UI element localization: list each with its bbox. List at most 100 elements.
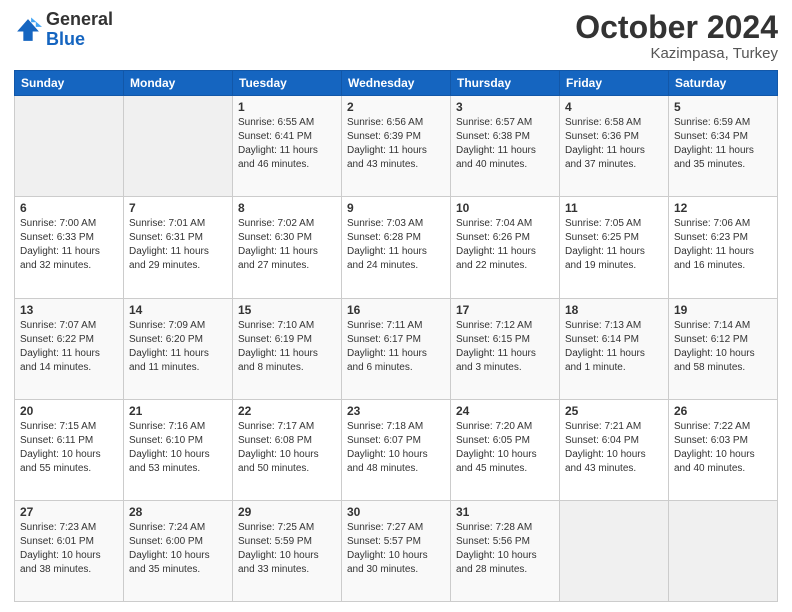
day-number: 19 [674,303,772,317]
calendar-cell: 14 Sunrise: 7:09 AM Sunset: 6:20 PM Dayli… [124,298,233,399]
calendar-cell [124,96,233,197]
calendar-cell: 24Sunrise: 7:20 AM Sunset: 6:05 PM Dayli… [451,399,560,500]
calendar-cell: 18 Sunrise: 7:13 AM Sunset: 6:14 PM Dayli… [560,298,669,399]
day-number: 30 [347,505,445,519]
weekday-header-thursday: Thursday [451,71,560,96]
calendar-cell: 25 Sunrise: 7:21 AM Sunset: 6:04 PM Dayli… [560,399,669,500]
day-number: 27 [20,505,118,519]
day-info: Sunrise: 7:15 AM Sunset: 6:11 PM Dayligh… [20,420,118,476]
day-number: 23 [347,404,445,418]
calendar-cell: 31 Sunrise: 7:28 AM Sunset: 5:56 PM Dayli… [451,500,560,601]
day-number: 3 [456,100,554,114]
calendar-cell: 22Sunrise: 7:17 AM Sunset: 6:08 PM Dayli… [233,399,342,500]
day-info: Sunrise: 7:25 AM Sunset: 5:59 PM Dayligh… [238,521,336,577]
weekday-header-sunday: Sunday [15,71,124,96]
day-info: Sunrise: 7:16 AM Sunset: 6:10 PM Dayligh… [129,420,227,476]
day-info: Sunrise: 7:10 AM Sunset: 6:19 PM Dayligh… [238,319,336,375]
logo: General Blue [14,10,113,50]
day-info: Sunrise: 7:07 AM Sunset: 6:22 PM Dayligh… [20,319,118,375]
calendar-cell [560,500,669,601]
day-info: Sunrise: 6:55 AM Sunset: 6:41 PM Dayligh… [238,116,336,172]
day-number: 20 [20,404,118,418]
calendar-cell: 27Sunrise: 7:23 AM Sunset: 6:01 PM Dayli… [15,500,124,601]
calendar-cell: 26 Sunrise: 7:22 AM Sunset: 6:03 PM Dayli… [669,399,778,500]
day-info: Sunrise: 7:13 AM Sunset: 6:14 PM Dayligh… [565,319,663,375]
day-number: 31 [456,505,554,519]
month-title: October 2024 [575,10,778,45]
day-number: 13 [20,303,118,317]
calendar-cell [15,96,124,197]
day-number: 1 [238,100,336,114]
day-info: Sunrise: 7:22 AM Sunset: 6:03 PM Dayligh… [674,420,772,476]
day-number: 11 [565,201,663,215]
day-info: Sunrise: 6:58 AM Sunset: 6:36 PM Dayligh… [565,116,663,172]
calendar-cell: 21 Sunrise: 7:16 AM Sunset: 6:10 PM Dayli… [124,399,233,500]
day-number: 4 [565,100,663,114]
day-info: Sunrise: 7:05 AM Sunset: 6:25 PM Dayligh… [565,217,663,273]
day-info: Sunrise: 7:28 AM Sunset: 5:56 PM Dayligh… [456,521,554,577]
day-number: 10 [456,201,554,215]
day-info: Sunrise: 6:56 AM Sunset: 6:39 PM Dayligh… [347,116,445,172]
calendar-cell: 3 Sunrise: 6:57 AM Sunset: 6:38 PM Daylig… [451,96,560,197]
calendar-cell: 16 Sunrise: 7:11 AM Sunset: 6:17 PM Dayli… [342,298,451,399]
calendar-cell: 13 Sunrise: 7:07 AM Sunset: 6:22 PM Dayli… [15,298,124,399]
day-number: 26 [674,404,772,418]
calendar-cell: 4 Sunrise: 6:58 AM Sunset: 6:36 PM Daylig… [560,96,669,197]
day-number: 12 [674,201,772,215]
day-info: Sunrise: 6:57 AM Sunset: 6:38 PM Dayligh… [456,116,554,172]
day-info: Sunrise: 7:14 AM Sunset: 6:12 PM Dayligh… [674,319,772,375]
calendar-cell: 11 Sunrise: 7:05 AM Sunset: 6:25 PM Dayli… [560,197,669,298]
calendar-cell: 5 Sunrise: 6:59 AM Sunset: 6:34 PM Daylig… [669,96,778,197]
weekday-header-saturday: Saturday [669,71,778,96]
title-block: October 2024 Kazimpasa, Turkey [575,10,778,62]
calendar-table: SundayMondayTuesdayWednesdayThursdayFrid… [14,70,778,602]
logo-text: General Blue [46,10,113,50]
logo-icon [14,16,42,44]
day-number: 24 [456,404,554,418]
weekday-header-wednesday: Wednesday [342,71,451,96]
calendar-cell: 8 Sunrise: 7:02 AM Sunset: 6:30 PM Daylig… [233,197,342,298]
day-number: 25 [565,404,663,418]
calendar-cell: 9Sunrise: 7:03 AM Sunset: 6:28 PM Daylig… [342,197,451,298]
calendar-cell: 12Sunrise: 7:06 AM Sunset: 6:23 PM Dayli… [669,197,778,298]
calendar-cell: 17 Sunrise: 7:12 AM Sunset: 6:15 PM Dayli… [451,298,560,399]
calendar-cell: 7Sunrise: 7:01 AM Sunset: 6:31 PM Daylig… [124,197,233,298]
weekday-header-monday: Monday [124,71,233,96]
day-number: 5 [674,100,772,114]
day-info: Sunrise: 7:17 AM Sunset: 6:08 PM Dayligh… [238,420,336,476]
day-info: Sunrise: 7:04 AM Sunset: 6:26 PM Dayligh… [456,217,554,273]
day-info: Sunrise: 7:24 AM Sunset: 6:00 PM Dayligh… [129,521,227,577]
day-info: Sunrise: 7:02 AM Sunset: 6:30 PM Dayligh… [238,217,336,273]
day-info: Sunrise: 7:00 AM Sunset: 6:33 PM Dayligh… [20,217,118,273]
day-number: 28 [129,505,227,519]
calendar-cell: 2 Sunrise: 6:56 AM Sunset: 6:39 PM Daylig… [342,96,451,197]
day-number: 17 [456,303,554,317]
page: General Blue October 2024 Kazimpasa, Tur… [0,0,792,612]
day-info: Sunrise: 7:21 AM Sunset: 6:04 PM Dayligh… [565,420,663,476]
calendar-cell: 23 Sunrise: 7:18 AM Sunset: 6:07 PM Dayli… [342,399,451,500]
day-number: 29 [238,505,336,519]
calendar-cell: 28 Sunrise: 7:24 AM Sunset: 6:00 PM Dayli… [124,500,233,601]
subtitle: Kazimpasa, Turkey [575,45,778,62]
day-info: Sunrise: 7:12 AM Sunset: 6:15 PM Dayligh… [456,319,554,375]
day-number: 16 [347,303,445,317]
logo-blue: Blue [46,29,85,49]
day-number: 21 [129,404,227,418]
day-number: 14 [129,303,227,317]
calendar-cell [669,500,778,601]
calendar-cell: 20 Sunrise: 7:15 AM Sunset: 6:11 PM Dayli… [15,399,124,500]
day-number: 8 [238,201,336,215]
day-number: 7 [129,201,227,215]
day-info: Sunrise: 7:03 AM Sunset: 6:28 PM Dayligh… [347,217,445,273]
day-info: Sunrise: 7:11 AM Sunset: 6:17 PM Dayligh… [347,319,445,375]
day-info: Sunrise: 6:59 AM Sunset: 6:34 PM Dayligh… [674,116,772,172]
day-info: Sunrise: 7:09 AM Sunset: 6:20 PM Dayligh… [129,319,227,375]
day-info: Sunrise: 7:18 AM Sunset: 6:07 PM Dayligh… [347,420,445,476]
day-number: 2 [347,100,445,114]
calendar-cell: 6Sunrise: 7:00 AM Sunset: 6:33 PM Daylig… [15,197,124,298]
calendar-cell: 15Sunrise: 7:10 AM Sunset: 6:19 PM Dayli… [233,298,342,399]
day-number: 18 [565,303,663,317]
weekday-header-friday: Friday [560,71,669,96]
calendar-cell: 29 Sunrise: 7:25 AM Sunset: 5:59 PM Dayli… [233,500,342,601]
calendar-cell: 1 Sunrise: 6:55 AM Sunset: 6:41 PM Daylig… [233,96,342,197]
